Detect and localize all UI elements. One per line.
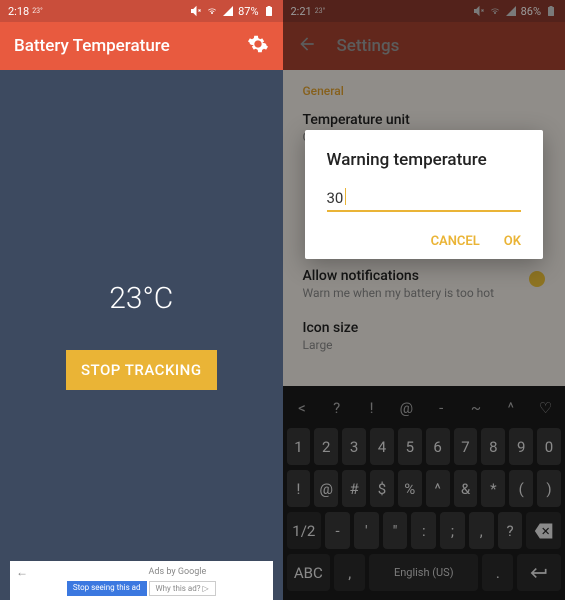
settings-button[interactable] bbox=[247, 33, 269, 59]
mute-icon bbox=[190, 5, 202, 17]
cancel-button[interactable]: CANCEL bbox=[431, 234, 480, 249]
temperature-display: 23°C bbox=[109, 281, 173, 316]
modal-overlay[interactable] bbox=[283, 0, 565, 600]
dialog-title: Warning temperature bbox=[327, 150, 522, 170]
phone-right: 2:21 23° 86% Settings General Temperatur… bbox=[283, 0, 565, 600]
status-icons: 87% bbox=[190, 5, 274, 18]
wifi-icon bbox=[206, 5, 218, 17]
ad-banner: ← Ads by Google Stop seeing this ad Why … bbox=[10, 561, 273, 600]
main-content: 23°C STOP TRACKING bbox=[0, 70, 283, 600]
status-temp: 23° bbox=[32, 7, 42, 15]
battery-icon bbox=[263, 5, 275, 17]
ad-title: Ads by Google bbox=[149, 567, 207, 577]
ok-button[interactable]: OK bbox=[504, 234, 521, 249]
ad-why-button[interactable]: Why this ad? ▷ bbox=[149, 581, 216, 596]
status-time: 2:18 bbox=[8, 5, 29, 18]
app-title: Battery Temperature bbox=[14, 36, 170, 56]
warning-temp-dialog: Warning temperature CANCEL OK bbox=[305, 130, 544, 259]
ad-back-icon[interactable]: ← bbox=[16, 565, 28, 579]
phone-left: 2:18 23° 87% Battery Temperature 23°C ST… bbox=[0, 0, 283, 600]
text-cursor bbox=[345, 188, 346, 205]
status-bar: 2:18 23° 87% bbox=[0, 0, 283, 22]
signal-icon bbox=[222, 5, 234, 17]
stop-tracking-button[interactable]: STOP TRACKING bbox=[66, 350, 217, 390]
ad-stop-button[interactable]: Stop seeing this ad bbox=[67, 581, 147, 596]
warning-temp-input[interactable] bbox=[327, 186, 522, 212]
app-bar: Battery Temperature bbox=[0, 22, 283, 70]
gear-icon bbox=[247, 33, 269, 55]
battery-percent: 87% bbox=[238, 5, 258, 18]
